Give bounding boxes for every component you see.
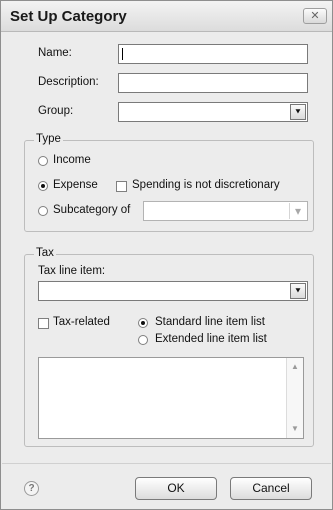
tax-related-label[interactable]: Tax-related bbox=[53, 316, 110, 328]
subcategory-radio[interactable] bbox=[38, 206, 48, 216]
name-caret bbox=[122, 48, 123, 60]
standard-line-item-label[interactable]: Standard line item list bbox=[155, 316, 265, 328]
income-label[interactable]: Income bbox=[53, 154, 91, 166]
description-input[interactable] bbox=[118, 73, 308, 93]
spending-not-discretionary-checkbox[interactable] bbox=[116, 181, 127, 192]
group-select[interactable]: ⯆ bbox=[118, 102, 308, 122]
subcategory-dropdown-icon[interactable]: ▾ bbox=[289, 203, 306, 219]
type-legend: Type bbox=[34, 133, 63, 145]
extended-line-item-label[interactable]: Extended line item list bbox=[155, 333, 267, 345]
close-icon[interactable]: ✕ bbox=[303, 8, 327, 24]
income-radio[interactable] bbox=[38, 156, 48, 166]
expense-radio[interactable] bbox=[38, 181, 48, 191]
tax-line-item-label: Tax line item: bbox=[38, 265, 106, 277]
name-label: Name: bbox=[38, 47, 72, 59]
spending-not-discretionary-label[interactable]: Spending is not discretionary bbox=[132, 179, 280, 191]
group-label: Group: bbox=[38, 105, 74, 117]
title-bar: Set Up Category ✕ bbox=[1, 1, 332, 32]
listbox-scrollbar[interactable]: ▲ ▼ bbox=[286, 358, 303, 438]
group-dropdown-icon[interactable]: ⯆ bbox=[290, 104, 306, 120]
subcategory-select[interactable]: ▾ bbox=[143, 201, 308, 221]
standard-line-item-radio[interactable] bbox=[138, 318, 148, 328]
footer-divider bbox=[2, 463, 331, 464]
scroll-up-icon[interactable]: ▲ bbox=[290, 362, 300, 371]
tax-line-item-select[interactable]: ⯆ bbox=[38, 281, 308, 301]
scroll-down-icon[interactable]: ▼ bbox=[290, 424, 300, 433]
tax-line-dropdown-icon[interactable]: ⯆ bbox=[290, 283, 306, 299]
tax-related-checkbox[interactable] bbox=[38, 318, 49, 329]
extended-line-item-radio[interactable] bbox=[138, 335, 148, 345]
subcategory-label[interactable]: Subcategory of bbox=[53, 204, 130, 216]
cancel-button[interactable]: Cancel bbox=[230, 477, 312, 500]
name-input[interactable] bbox=[118, 44, 308, 64]
tax-legend: Tax bbox=[34, 247, 56, 259]
expense-label[interactable]: Expense bbox=[53, 179, 98, 191]
dialog-title: Set Up Category bbox=[10, 8, 127, 25]
tax-line-item-listbox[interactable]: ▲ ▼ bbox=[38, 357, 304, 439]
description-label: Description: bbox=[38, 76, 99, 88]
help-icon[interactable]: ? bbox=[24, 481, 39, 496]
set-up-category-dialog: Set Up Category ✕ Name: Description: Gro… bbox=[0, 0, 333, 510]
ok-button[interactable]: OK bbox=[135, 477, 217, 500]
